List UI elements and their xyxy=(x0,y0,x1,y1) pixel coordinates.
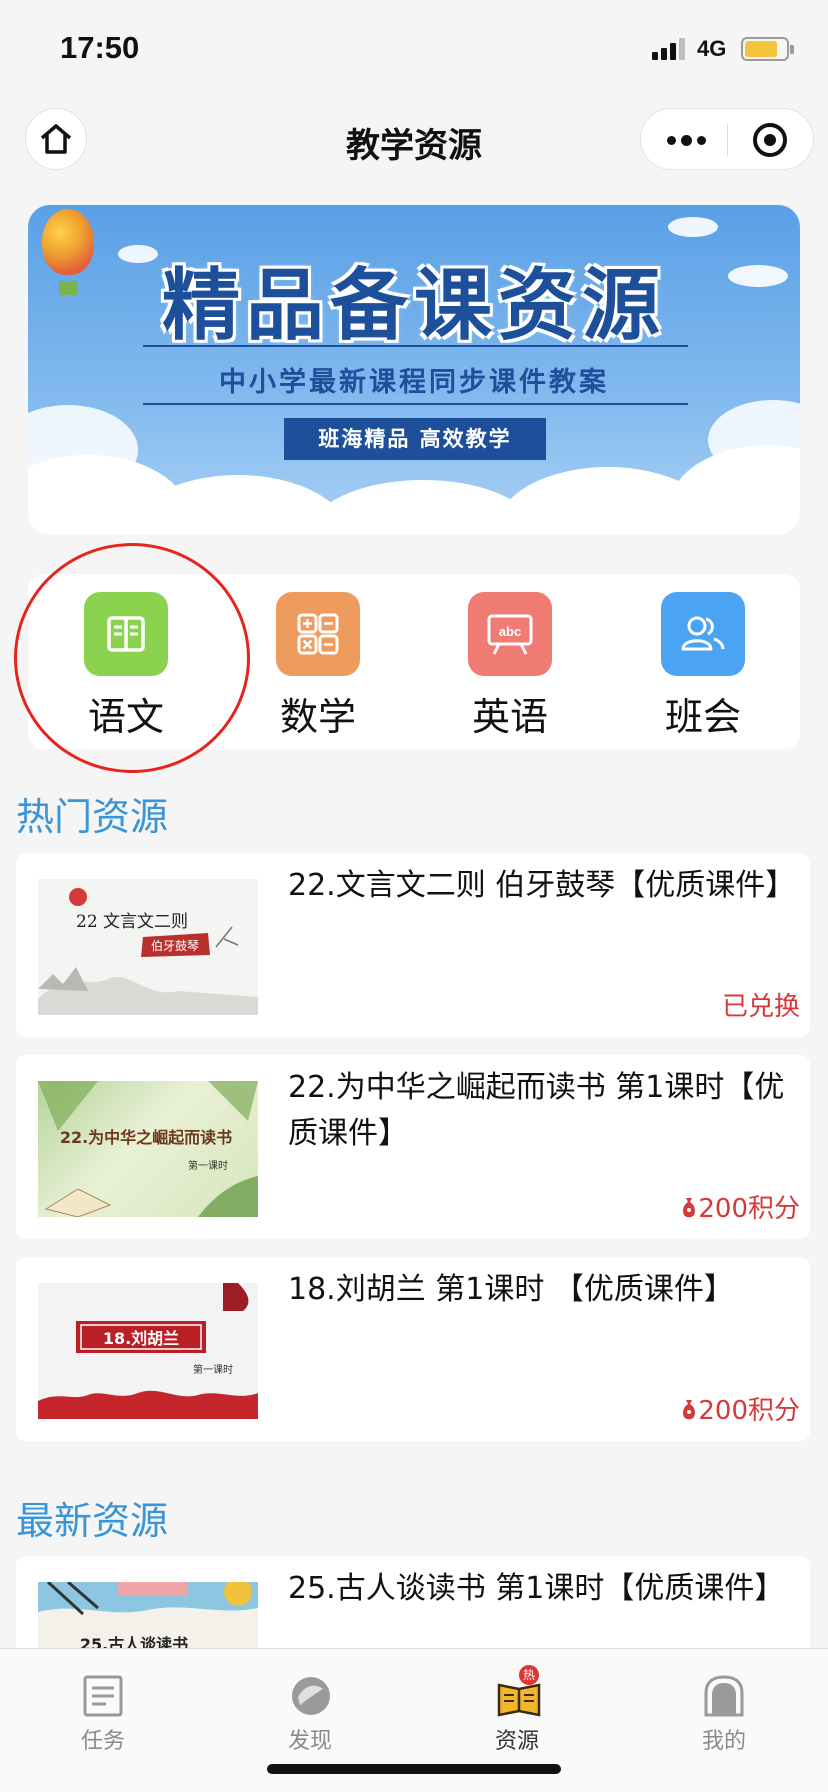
category-english[interactable]: abc 英语 xyxy=(450,592,570,741)
thumbnail-heading: 22.为中华之崛起而读书 xyxy=(60,1128,232,1147)
tab-label: 资源 xyxy=(494,1729,539,1754)
category-label: 数学 xyxy=(279,695,356,739)
discover-icon xyxy=(290,1675,330,1717)
resource-thumbnail: 18.刘胡兰 第一课时 xyxy=(38,1283,258,1419)
task-icon xyxy=(83,1675,123,1717)
battery-icon xyxy=(741,37,794,61)
people-icon xyxy=(661,592,745,676)
thumbnail-heading: 22 文言文二则 xyxy=(76,912,188,932)
resource-thumbnail: 22.为中华之崛起而读书 第一课时 xyxy=(38,1081,258,1217)
category-math[interactable]: 数学 xyxy=(258,592,378,741)
resource-card[interactable]: 22.为中华之崛起而读书 第一课时 22.为中华之崛起而读书 第1课时【优质课件… xyxy=(16,1055,810,1239)
points-price: 200积分 xyxy=(682,1188,800,1225)
thumbnail-sub: 第一课时 xyxy=(188,1159,228,1172)
calculator-icon xyxy=(276,592,360,676)
resource-book-icon: 热 xyxy=(497,1665,541,1717)
resource-card[interactable]: 18.刘胡兰 第一课时 18.刘胡兰 第1课时 【优质课件】 200积分 xyxy=(16,1257,810,1441)
banner-title: 精品备课资源 xyxy=(161,261,666,351)
svg-text:abc: abc xyxy=(499,624,521,639)
section-title-hot: 热门资源 xyxy=(16,795,169,839)
thumbnail-seal: 伯牙鼓琴 xyxy=(151,938,199,953)
banner-tag: 班海精品 高效教学 xyxy=(284,418,546,460)
tab-label: 我的 xyxy=(701,1729,746,1754)
resource-title: 22.文言文二则 伯牙鼓琴【优质课件】 xyxy=(288,868,796,903)
tab-label: 发现 xyxy=(287,1729,332,1754)
home-indicator xyxy=(267,1764,561,1774)
points-amount: 200积分 xyxy=(698,1396,800,1426)
category-class-meeting[interactable]: 班会 xyxy=(643,592,763,741)
promo-banner[interactable]: 精品备课资源 中小学最新课程同步课件教案 班海精品 高效教学 xyxy=(28,205,800,535)
tab-label: 任务 xyxy=(80,1729,125,1754)
network-type: 4G xyxy=(697,36,727,61)
points-price: 200积分 xyxy=(682,1390,800,1427)
hot-badge: 热 xyxy=(519,1665,539,1685)
tab-task[interactable]: 任务 xyxy=(43,1675,163,1755)
resource-title: 25.古人谈读书 第1课时【优质课件】 xyxy=(288,1571,785,1606)
highlight-circle-annotation xyxy=(14,543,250,773)
close-mini-program-button[interactable] xyxy=(753,123,787,157)
resource-thumbnail: 22 文言文二则 伯牙鼓琴 xyxy=(38,879,258,1015)
resource-title: 18.刘胡兰 第1课时 【优质课件】 xyxy=(288,1272,734,1307)
category-label: 班会 xyxy=(664,695,741,739)
points-amount: 200积分 xyxy=(698,1194,800,1224)
points-bag-icon xyxy=(683,1197,696,1217)
thumbnail-sub: 第一课时 xyxy=(193,1363,233,1376)
tab-resources[interactable]: 热 资源 xyxy=(457,1665,577,1755)
blackboard-abc-icon: abc xyxy=(468,592,552,676)
category-label: 英语 xyxy=(471,695,548,739)
tab-discover[interactable]: 发现 xyxy=(250,1675,370,1755)
signal-icon xyxy=(652,38,688,60)
mini-program-capsule xyxy=(640,108,814,170)
resource-title: 22.为中华之崛起而读书 第1课时【优质课件】 xyxy=(288,1070,785,1151)
points-bag-icon xyxy=(683,1399,696,1419)
section-title-latest: 最新资源 xyxy=(16,1499,169,1543)
redeemed-status: 已兑换 xyxy=(721,992,800,1022)
status-bar: 17:50 4G xyxy=(0,0,828,100)
banner-subtitle: 中小学最新课程同步课件教案 xyxy=(219,367,609,398)
profile-icon xyxy=(704,1675,744,1717)
thumbnail-heading: 18.刘胡兰 xyxy=(103,1329,179,1348)
tab-profile[interactable]: 我的 xyxy=(664,1675,784,1755)
status-time: 17:50 xyxy=(60,30,140,65)
more-menu-button[interactable] xyxy=(663,127,709,153)
resource-card[interactable]: 22 文言文二则 伯牙鼓琴 22.文言文二则 伯牙鼓琴【优质课件】 已兑换 xyxy=(16,853,810,1037)
